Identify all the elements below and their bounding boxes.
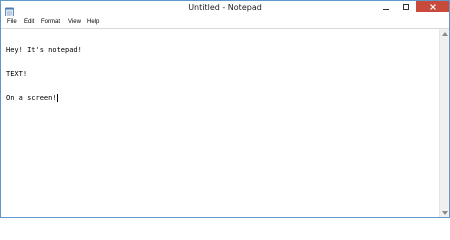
menu-help[interactable]: Help	[87, 18, 99, 26]
minimize-icon	[383, 8, 389, 10]
caption-buttons	[376, 1, 449, 12]
text-line-last: On a screen!	[6, 94, 431, 102]
menu-bar: File Edit Format View Help	[1, 16, 449, 28]
maximize-icon	[403, 3, 409, 10]
notepad-window: Untitled - Notepad File Edit Format View…	[0, 0, 450, 218]
vertical-scrollbar[interactable]	[439, 29, 449, 217]
scroll-up-button[interactable]	[440, 29, 449, 38]
menu-edit[interactable]: Edit	[24, 18, 34, 26]
menu-format[interactable]: Format	[41, 18, 60, 26]
menu-view[interactable]: View	[68, 18, 81, 26]
close-button[interactable]	[416, 1, 449, 12]
close-icon	[429, 3, 436, 10]
title-bar[interactable]: Untitled - Notepad	[1, 1, 449, 18]
maximize-button[interactable]	[396, 1, 416, 12]
text-content[interactable]: Hey! It's notepad! TEXT! On a screen!	[6, 30, 431, 216]
minimize-button[interactable]	[376, 1, 396, 12]
scroll-down-button[interactable]	[440, 208, 449, 217]
text-line: Hey! It's notepad!	[6, 46, 82, 54]
scroll-up-arrow-icon	[441, 31, 448, 36]
text-line: On a screen!	[6, 94, 57, 102]
text-line: TEXT!	[6, 70, 28, 78]
editor-area[interactable]: Hey! It's notepad! TEXT! On a screen!	[1, 28, 449, 217]
text-caret	[56, 94, 58, 102]
scroll-down-arrow-icon	[441, 210, 448, 215]
menu-file[interactable]: File	[7, 18, 17, 26]
